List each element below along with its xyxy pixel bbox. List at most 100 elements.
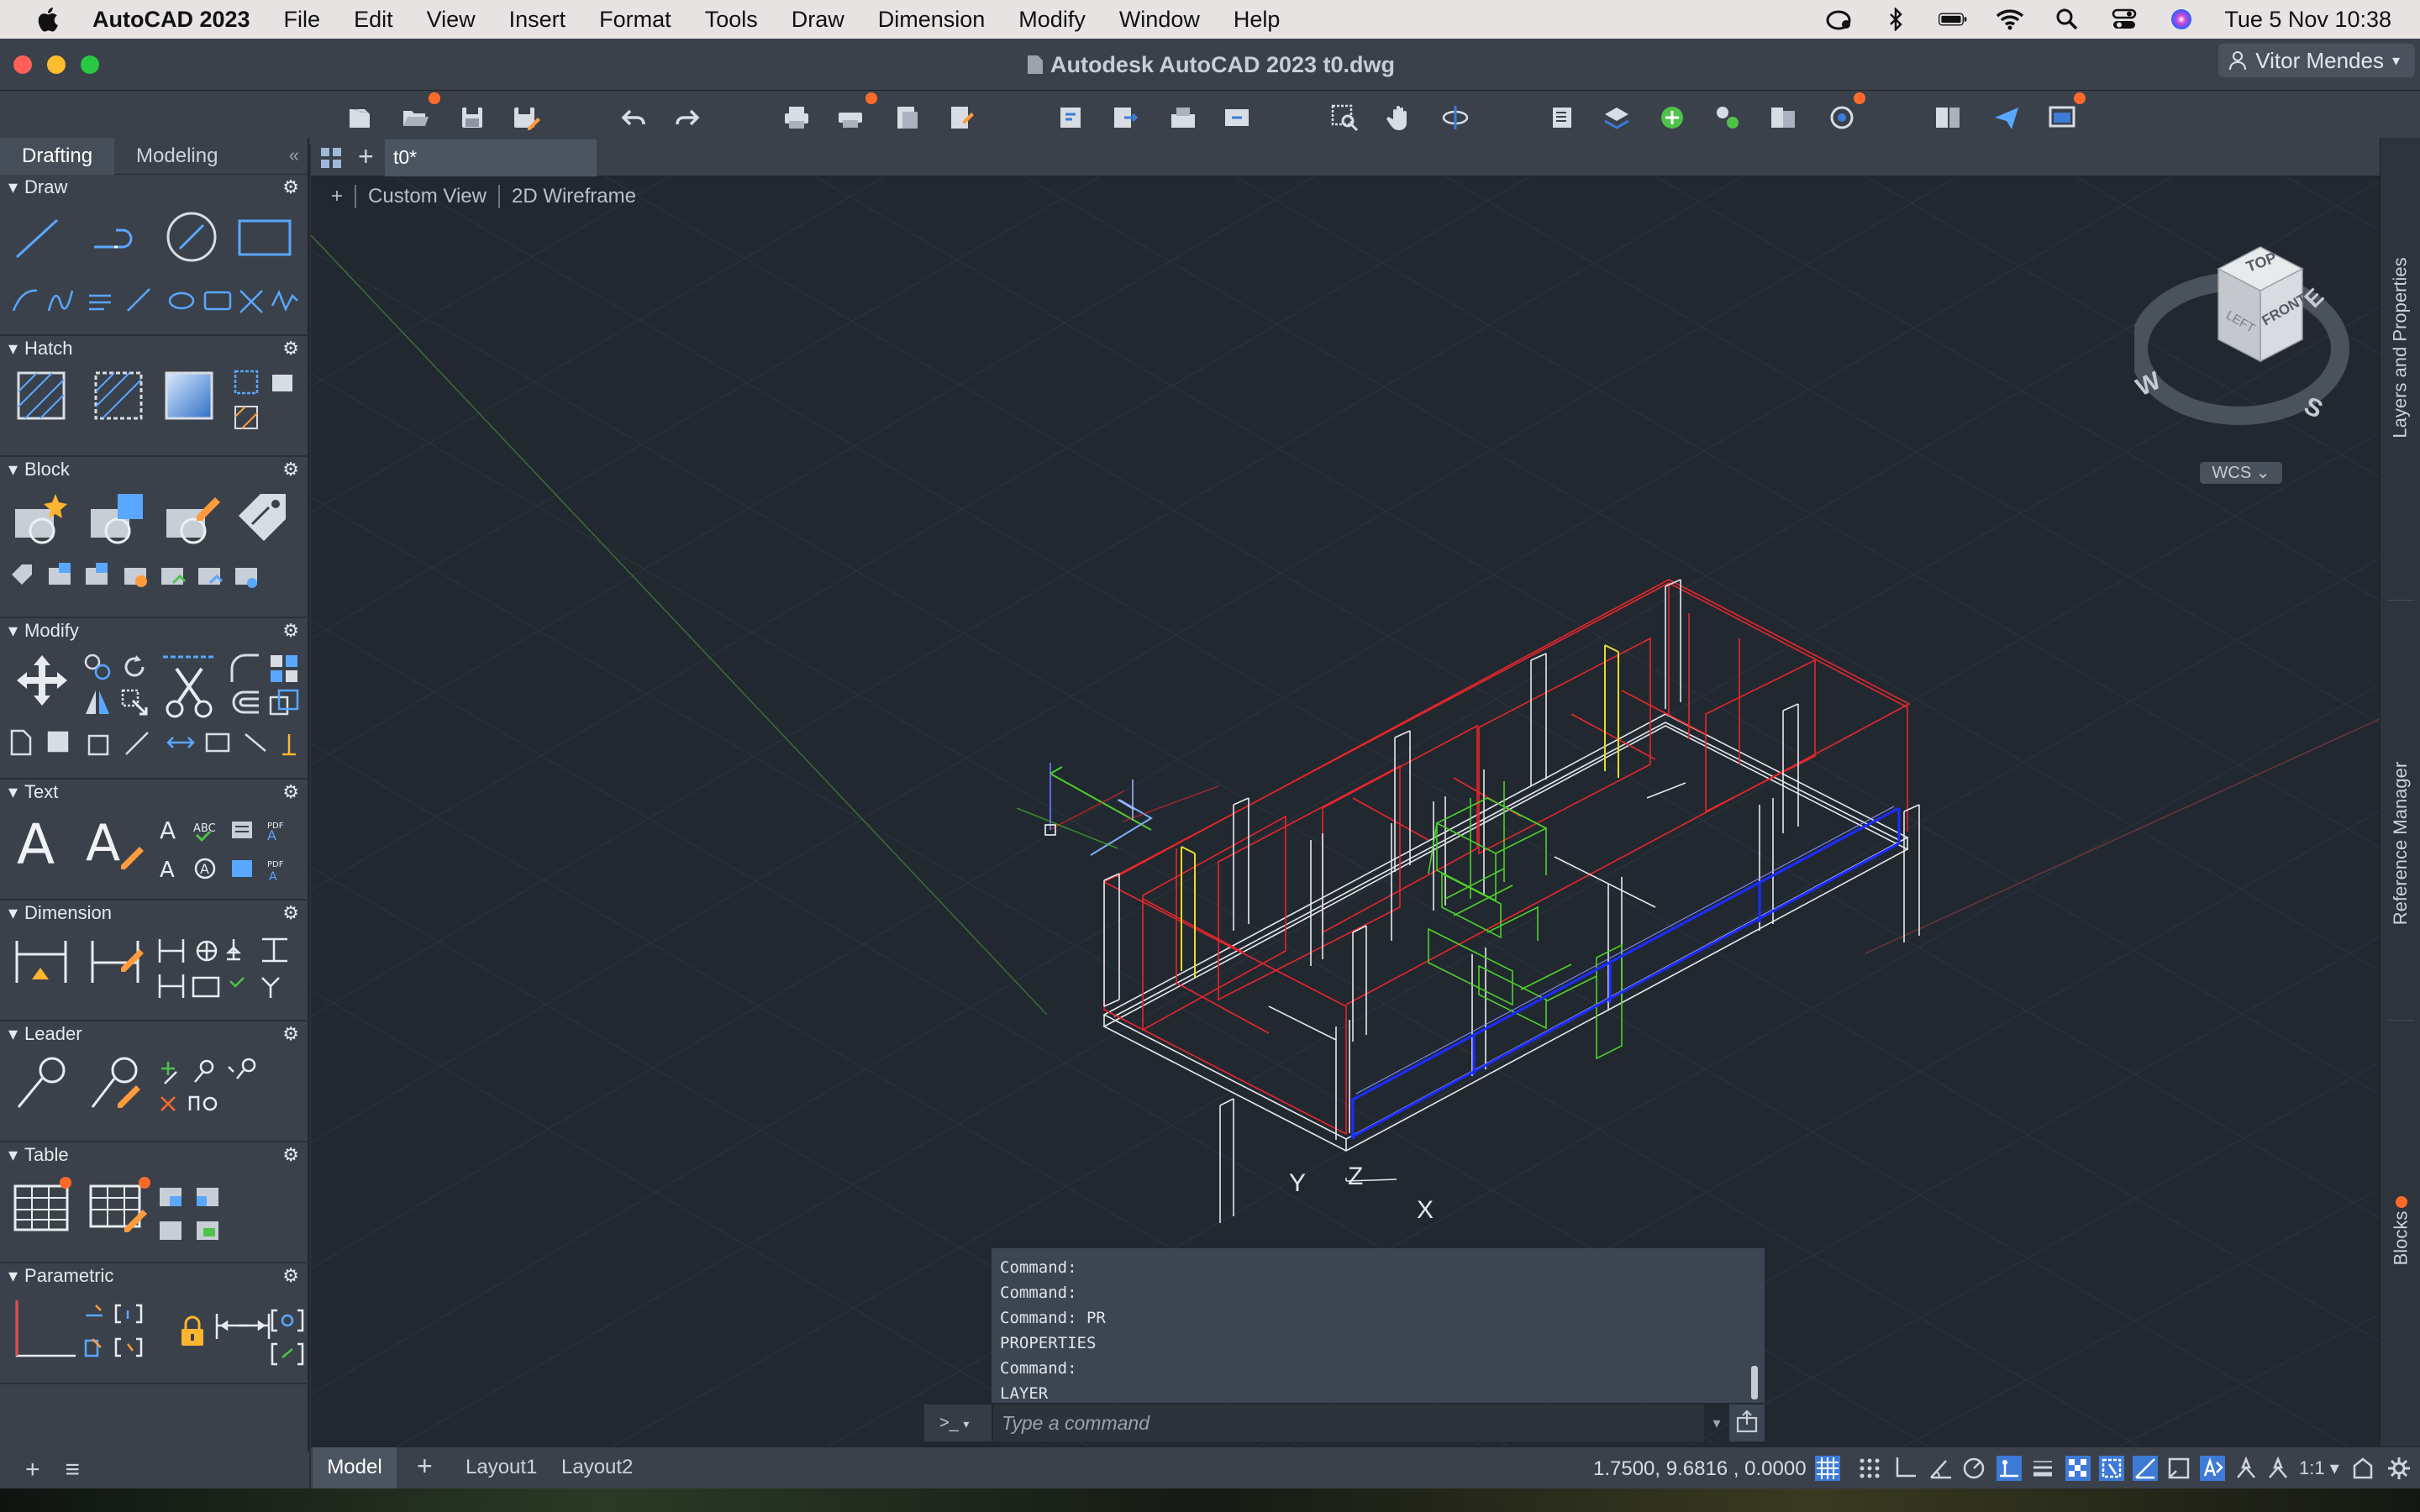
command-prompt-button[interactable]: >_ ▾	[924, 1404, 992, 1441]
menu-file[interactable]: File	[284, 7, 321, 33]
tab-layers-and-properties[interactable]: Layers and Properties	[2381, 205, 2420, 491]
apple-logo-icon[interactable]	[34, 4, 64, 34]
annotation-scale-dropdown[interactable]: 1:1 ▾	[2299, 1457, 2339, 1479]
insert-block-icon[interactable]	[1657, 102, 1687, 133]
tab-reference-manager[interactable]: Reference Manager	[2381, 709, 2420, 978]
dynamic-ucs-icon[interactable]	[2166, 1456, 2191, 1481]
constraint-small-tools-icon[interactable]	[81, 1299, 156, 1366]
snap-mode-icon[interactable]	[1857, 1456, 1882, 1481]
menu-edit[interactable]: Edit	[354, 7, 393, 33]
viewcube-graphic[interactable]: TOP FRONT LEFT W S E	[2129, 235, 2361, 445]
user-account-button[interactable]: Vitor Mendes ▾	[2218, 44, 2415, 77]
workspace-switch-icon[interactable]	[2351, 1456, 2376, 1481]
app-name-menu[interactable]: AutoCAD 2023	[92, 7, 250, 33]
gear-icon[interactable]: ⚙	[282, 338, 299, 360]
dimension-style-icon[interactable]	[87, 934, 146, 988]
table-tool-icon[interactable]	[12, 1176, 72, 1235]
annotation-visibility-icon[interactable]	[2265, 1456, 2291, 1481]
open-file-icon[interactable]	[400, 102, 430, 133]
command-customize-button[interactable]	[1729, 1404, 1765, 1441]
tab-modeling[interactable]: Modeling	[114, 138, 239, 175]
add-panel-icon[interactable]: +	[25, 1456, 40, 1484]
multiline-text-icon[interactable]: A	[13, 811, 67, 870]
panel-modify-header[interactable]: ▾ Modify ⚙	[0, 618, 309, 643]
menu-tools[interactable]: Tools	[705, 7, 758, 33]
boundary-tool-icon[interactable]	[232, 366, 299, 437]
leader-small-tools-icon[interactable]	[156, 1055, 266, 1122]
panel-table-header[interactable]: ▾ Table ⚙	[0, 1142, 309, 1168]
scale-tool-icon[interactable]	[267, 687, 301, 717]
siri-icon[interactable]	[2167, 7, 2196, 32]
move-tool-icon[interactable]	[13, 652, 71, 709]
sheet-set-icon[interactable]	[1933, 102, 1963, 133]
menu-view[interactable]: View	[427, 7, 476, 33]
fillet-tool-icon[interactable]	[229, 652, 262, 685]
building-wireframe[interactable]	[1102, 579, 1920, 1223]
plot-preview-icon[interactable]	[892, 102, 923, 133]
text-small-tools-icon[interactable]: A ABC PDFAA A PDFA	[156, 816, 301, 900]
match-layer-icon[interactable]	[1602, 102, 1632, 133]
table-style-icon[interactable]	[87, 1176, 151, 1235]
menu-window[interactable]: Window	[1119, 7, 1200, 33]
offset-tool-icon[interactable]	[229, 687, 262, 717]
grid-toggle-icon[interactable]	[1815, 1456, 1840, 1481]
tab-model[interactable]: Model	[313, 1447, 397, 1489]
zoom-window-icon[interactable]	[1329, 102, 1360, 133]
group-icon[interactable]	[1712, 102, 1743, 133]
gear-icon[interactable]: ⚙	[282, 176, 299, 198]
polar-tracking-icon[interactable]	[1928, 1456, 1953, 1481]
multileader-icon[interactable]	[12, 1055, 71, 1114]
hatch-edit-icon[interactable]	[92, 370, 145, 422]
xref-icon[interactable]	[1768, 102, 1798, 133]
tab-drafting[interactable]: Drafting	[0, 137, 115, 175]
polyline-tool-icon[interactable]	[91, 213, 145, 264]
spotlight-search-icon[interactable]	[2053, 7, 2081, 32]
menu-help[interactable]: Help	[1234, 7, 1281, 33]
coordinate-readout[interactable]: 1.7500, 9.6816 , 0.0000	[1593, 1457, 1807, 1481]
copy-tool-icon[interactable]	[82, 652, 113, 682]
rotate-tool-icon[interactable]	[119, 652, 150, 682]
palette-menu-icon[interactable]: ≡	[66, 1456, 81, 1484]
hatch-tool-icon[interactable]	[15, 370, 67, 422]
geometric-constraint-icon[interactable]	[12, 1297, 79, 1364]
dimension-tool-icon[interactable]	[12, 934, 71, 988]
add-layout-button[interactable]: +	[417, 1451, 433, 1482]
panel-block-header[interactable]: ▾ Block ⚙	[0, 457, 309, 482]
stretch-tool-icon[interactable]	[119, 687, 150, 717]
save-icon[interactable]	[457, 102, 487, 133]
ortho-mode-icon[interactable]	[1892, 1456, 1918, 1481]
undo-icon[interactable]	[618, 102, 649, 133]
lineweight-icon[interactable]	[2030, 1456, 2055, 1481]
circle-tool-icon[interactable]	[165, 210, 218, 264]
transparency-icon[interactable]	[2065, 1456, 2091, 1481]
panel-dimension-header[interactable]: ▾ Dimension ⚙	[0, 900, 309, 926]
command-history-dropdown[interactable]: ▾	[1707, 1404, 1726, 1441]
history-scrollbar[interactable]	[1751, 1366, 1758, 1399]
wifi-icon[interactable]	[1996, 7, 2024, 32]
workspace-icon[interactable]	[2047, 102, 2077, 133]
table-small-tools-icon[interactable]	[156, 1184, 232, 1252]
visual-style-dropdown[interactable]: 2D Wireframe	[512, 185, 636, 208]
gradient-tool-icon[interactable]	[163, 370, 215, 422]
gear-icon[interactable]: ⚙	[282, 459, 299, 480]
viewcube[interactable]: TOP FRONT LEFT W S E	[2129, 235, 2361, 445]
panel-text-header[interactable]: ▾ Text ⚙	[0, 780, 309, 805]
menu-insert[interactable]: Insert	[509, 7, 566, 33]
modify-small-tools-icon[interactable]	[8, 726, 302, 759]
batch-plot-icon[interactable]	[835, 102, 865, 133]
panel-leader-header[interactable]: ▾ Leader ⚙	[0, 1021, 309, 1047]
menu-dimension[interactable]: Dimension	[878, 7, 986, 33]
single-line-text-icon[interactable]: A	[84, 811, 146, 870]
gear-icon[interactable]: ⚙	[282, 781, 299, 803]
define-attribute-icon[interactable]	[235, 491, 294, 546]
dimensional-small-tools-icon[interactable]	[163, 1305, 306, 1373]
start-tab-grid-icon[interactable]	[319, 146, 343, 170]
draw-small-tools-icon[interactable]	[8, 281, 302, 318]
view-preset-dropdown[interactable]: Custom View	[368, 185, 487, 208]
bluetooth-icon[interactable]	[1881, 7, 1910, 32]
menu-modify[interactable]: Modify	[1018, 7, 1086, 33]
plot-icon[interactable]	[781, 102, 812, 133]
new-file-icon[interactable]	[345, 102, 375, 133]
battery-icon[interactable]	[1939, 7, 1967, 32]
redo-icon[interactable]	[672, 102, 702, 133]
